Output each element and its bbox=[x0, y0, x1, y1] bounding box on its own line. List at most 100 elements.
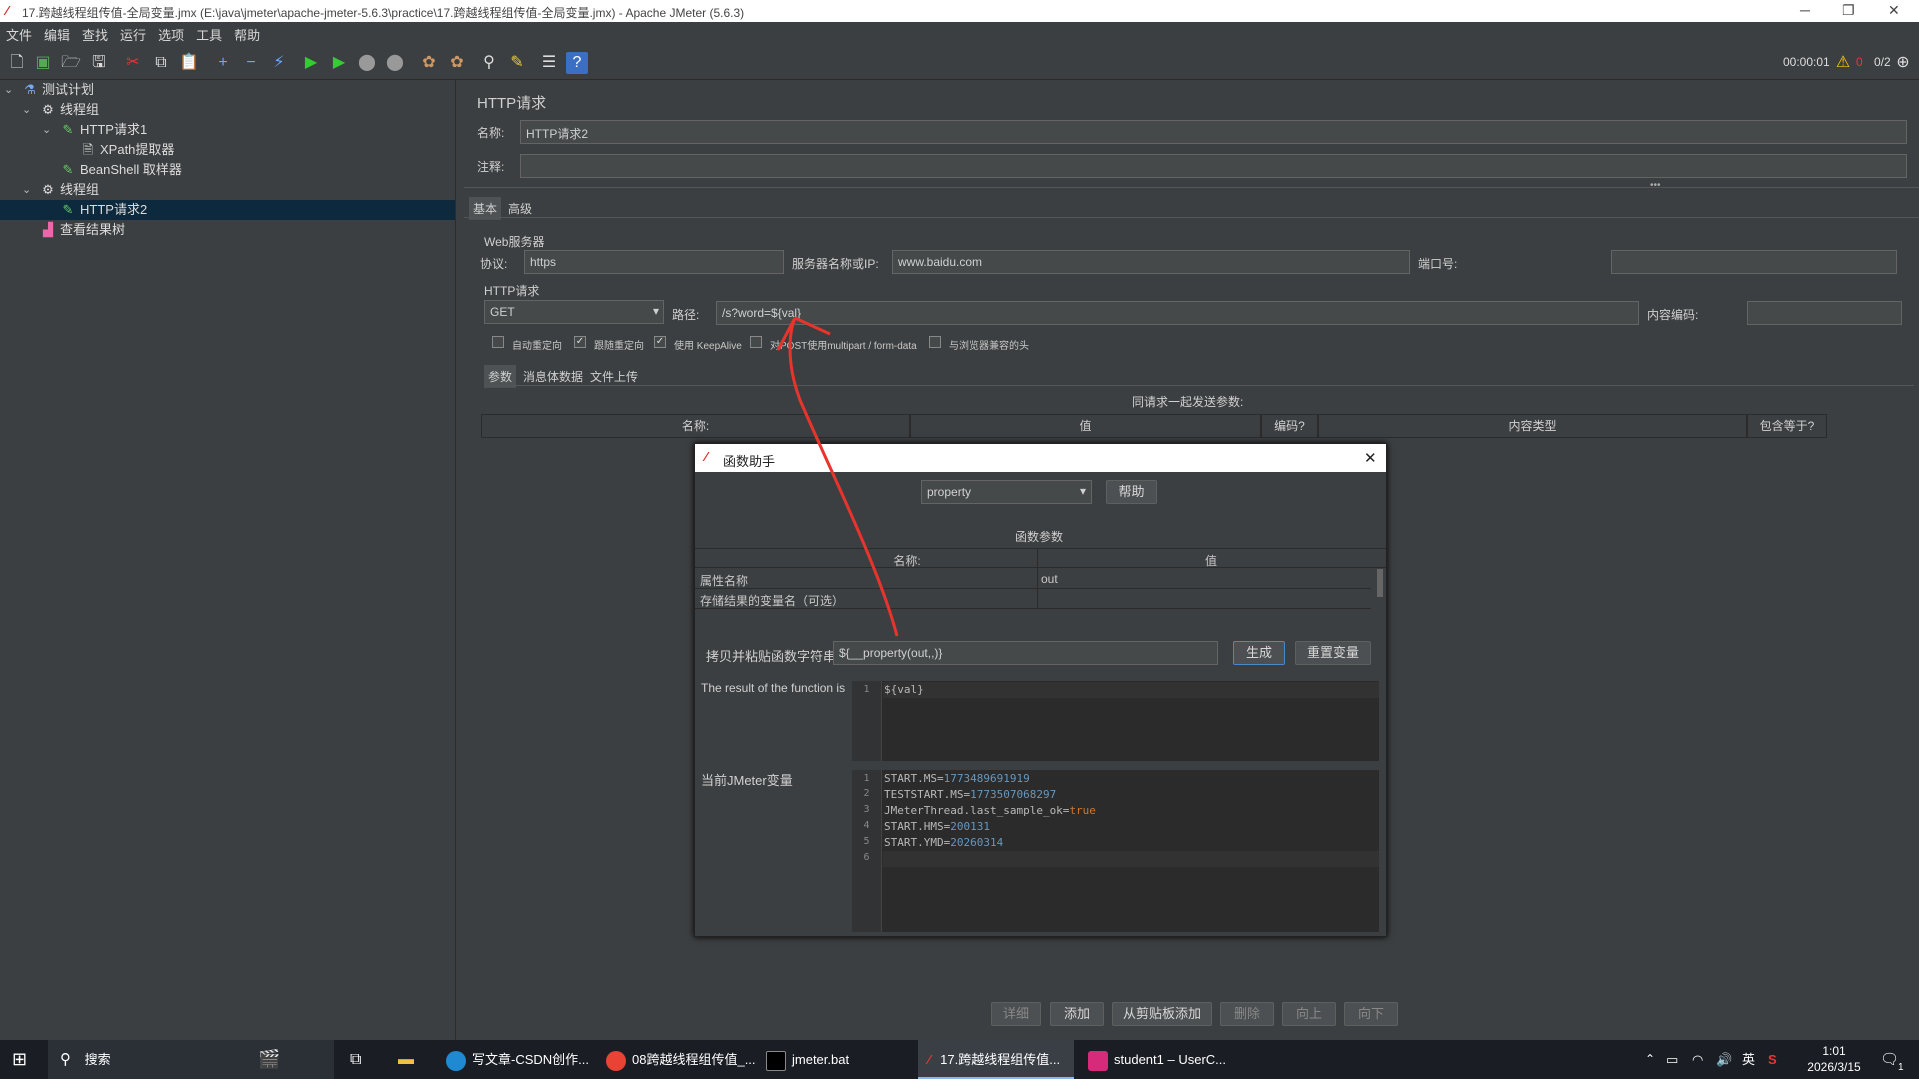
taskbar-app-edge[interactable]: 写文章-CSDN创作... bbox=[440, 1040, 589, 1079]
result-area[interactable]: 1 ${val} bbox=[852, 681, 1379, 761]
shutdown-icon[interactable]: ⬤ bbox=[384, 52, 406, 74]
tree-http-request-1[interactable]: ✎ HTTP请求1 bbox=[60, 120, 148, 140]
col-value[interactable]: 值 bbox=[1181, 552, 1241, 569]
chevron-up-icon[interactable]: ⌃ bbox=[1645, 1040, 1655, 1079]
follow-redirect-checkbox[interactable]: ✓ bbox=[574, 336, 586, 348]
protocol-field[interactable]: https bbox=[524, 250, 784, 274]
close-icon[interactable]: ✕ bbox=[1364, 449, 1377, 467]
taskbar-app-chrome[interactable]: 08跨越线程组传值_... bbox=[600, 1040, 756, 1079]
keepalive-checkbox[interactable]: ✓ bbox=[654, 336, 666, 348]
remote-icon[interactable]: ⊕ bbox=[1892, 52, 1914, 74]
reset-search-icon[interactable]: ✎ bbox=[506, 52, 528, 74]
col-encode[interactable]: 编码? bbox=[1261, 414, 1318, 438]
auto-redirect-checkbox[interactable] bbox=[492, 336, 504, 348]
clear-icon[interactable]: ✿ bbox=[418, 52, 440, 74]
function-helper-icon[interactable]: ☰ bbox=[538, 52, 560, 74]
path-field[interactable]: /s?word=${val} bbox=[716, 301, 1639, 325]
server-field[interactable]: www.baidu.com bbox=[892, 250, 1410, 274]
open-icon[interactable]: 🗁 bbox=[60, 52, 82, 74]
move-up-button[interactable]: 向上 bbox=[1282, 1002, 1336, 1026]
col-include-equals[interactable]: 包含等于? bbox=[1747, 414, 1827, 438]
cut-icon[interactable]: ✂ bbox=[122, 52, 144, 74]
templates-icon[interactable]: ▣ bbox=[32, 52, 54, 74]
copy-icon[interactable]: ⧉ bbox=[150, 52, 172, 74]
col-name[interactable]: 名称: bbox=[481, 414, 910, 438]
col-value[interactable]: 值 bbox=[910, 414, 1261, 438]
taskbar-search[interactable]: ⚲ 搜索 🎬 bbox=[48, 1040, 334, 1079]
param-row[interactable]: 存储结果的变量名（可选） bbox=[695, 589, 1371, 609]
browser-headers-checkbox[interactable] bbox=[929, 336, 941, 348]
ime-indicator[interactable]: 英 bbox=[1742, 1040, 1755, 1079]
col-name[interactable]: 名称: bbox=[847, 552, 967, 569]
taskbar-app-cmd[interactable]: jmeter.bat bbox=[760, 1040, 908, 1079]
chevron-down-icon[interactable]: ⌄ bbox=[42, 123, 51, 136]
tree-beanshell-sampler[interactable]: ✎ BeanShell 取样器 bbox=[60, 160, 182, 180]
move-down-button[interactable]: 向下 bbox=[1344, 1002, 1398, 1026]
stop-icon[interactable]: ⬤ bbox=[356, 52, 378, 74]
port-field[interactable] bbox=[1611, 250, 1897, 274]
paste-icon[interactable]: 📋 bbox=[178, 52, 200, 74]
collapse-handle-icon[interactable]: ••• bbox=[1650, 180, 1661, 191]
multipart-checkbox[interactable] bbox=[750, 336, 762, 348]
menu-file[interactable]: 文件 bbox=[0, 22, 38, 44]
function-string-field[interactable]: ${__property(out,,)} bbox=[833, 641, 1218, 665]
chevron-down-icon[interactable]: ⌄ bbox=[22, 183, 31, 196]
new-icon[interactable]: 🗋 bbox=[6, 52, 28, 74]
file-explorer-icon[interactable]: ▬ bbox=[398, 1040, 422, 1079]
notification-icon[interactable]: 🗨 bbox=[1880, 1040, 1899, 1079]
restore-icon[interactable]: ❐ bbox=[1842, 2, 1855, 19]
tree-thread-group-2[interactable]: ⚙ 线程组 bbox=[40, 180, 99, 200]
battery-icon[interactable]: ▭ bbox=[1666, 1040, 1678, 1079]
function-select[interactable]: property ▾ bbox=[921, 480, 1092, 504]
name-field[interactable]: HTTP请求2 bbox=[520, 120, 1907, 144]
menu-edit[interactable]: 编辑 bbox=[38, 22, 76, 44]
reset-variables-button[interactable]: 重置变量 bbox=[1295, 641, 1371, 665]
minimize-icon[interactable]: ─ bbox=[1800, 2, 1810, 18]
task-view-icon[interactable]: ⧉ bbox=[350, 1040, 370, 1079]
clear-all-icon[interactable]: ✿ bbox=[446, 52, 468, 74]
taskbar-app-jmeter[interactable]: ⁄ 17.跨越线程组传值... bbox=[918, 1040, 1074, 1079]
save-icon[interactable]: 🖫 bbox=[88, 52, 110, 74]
clock[interactable]: 1:01 2026/3/15 bbox=[1794, 1043, 1874, 1075]
tree-thread-group-1[interactable]: ⚙ 线程组 bbox=[40, 100, 99, 120]
method-select[interactable]: GET ▾ bbox=[484, 300, 664, 324]
collapse-icon[interactable]: − bbox=[240, 52, 262, 74]
encoding-field[interactable] bbox=[1747, 301, 1902, 325]
add-button[interactable]: 添加 bbox=[1050, 1002, 1104, 1026]
tree-test-plan[interactable]: ⚗ 测试计划 bbox=[22, 80, 94, 100]
comment-field[interactable] bbox=[520, 154, 1907, 178]
menu-tools[interactable]: 工具 bbox=[190, 22, 228, 44]
sogou-icon[interactable]: S bbox=[1768, 1040, 1777, 1079]
add-from-clipboard-button[interactable]: 从剪贴板添加 bbox=[1112, 1002, 1212, 1026]
taskbar-app-intellij[interactable]: student1 – UserC... bbox=[1082, 1040, 1232, 1079]
volume-icon[interactable]: 🔊 bbox=[1716, 1040, 1732, 1079]
toggle-icon[interactable]: ⚡ bbox=[268, 52, 290, 74]
windows-start-icon[interactable]: ⊞ bbox=[12, 1040, 42, 1079]
search-icon[interactable]: ⚲ bbox=[478, 52, 500, 74]
menu-help[interactable]: 帮助 bbox=[228, 22, 266, 44]
detail-button[interactable]: 详细 bbox=[991, 1002, 1041, 1026]
chevron-down-icon[interactable]: ⌄ bbox=[4, 83, 13, 96]
close-icon[interactable]: ✕ bbox=[1888, 2, 1900, 19]
tree-xpath-extractor[interactable]: 🗎 XPath提取器 bbox=[80, 140, 175, 160]
chevron-down-icon[interactable]: ⌄ bbox=[22, 103, 31, 116]
help-icon[interactable]: ? bbox=[566, 52, 588, 74]
menu-options[interactable]: 选项 bbox=[152, 22, 190, 44]
col-content-type[interactable]: 内容类型 bbox=[1318, 414, 1747, 438]
delete-button[interactable]: 删除 bbox=[1220, 1002, 1274, 1026]
menu-run[interactable]: 运行 bbox=[114, 22, 152, 44]
tree-results-tree[interactable]: ▟ 查看结果树 bbox=[40, 220, 125, 240]
variables-area[interactable]: 1 2 3 4 5 6 START.MS=1773489691919 TESTS… bbox=[852, 770, 1379, 932]
scrollbar[interactable] bbox=[1377, 569, 1383, 597]
warning-icon[interactable]: ⚠ bbox=[1832, 52, 1854, 74]
help-button[interactable]: 帮助 bbox=[1106, 480, 1157, 504]
expand-icon[interactable]: + bbox=[212, 52, 234, 74]
start-icon[interactable]: ▶ bbox=[300, 52, 322, 74]
menu-search[interactable]: 查找 bbox=[76, 22, 114, 44]
param-row[interactable]: 属性名称 out bbox=[695, 569, 1371, 589]
wifi-icon[interactable]: ◠ bbox=[1692, 1040, 1703, 1079]
generate-button[interactable]: 生成 bbox=[1233, 641, 1285, 665]
terminal-icon bbox=[766, 1050, 786, 1071]
tree-http-request-2[interactable]: ✎ HTTP请求2 bbox=[0, 200, 455, 220]
start-no-pause-icon[interactable]: ▶ bbox=[328, 52, 350, 74]
